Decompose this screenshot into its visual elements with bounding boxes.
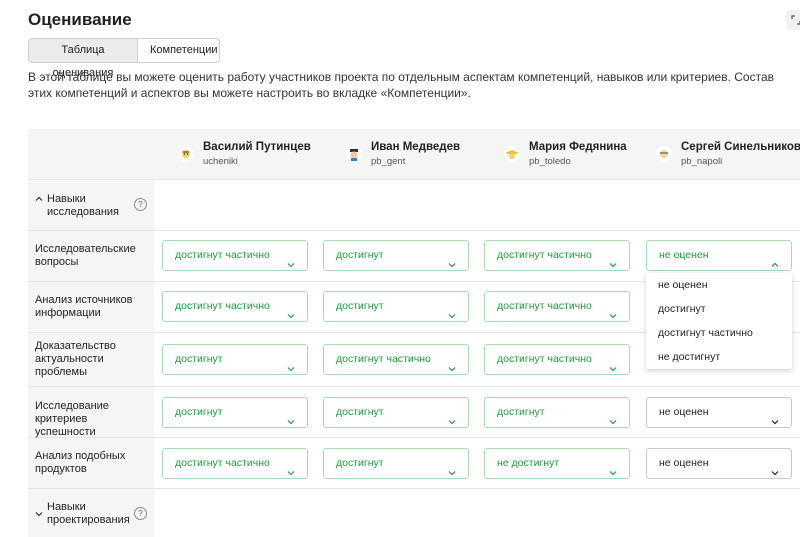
grade-value: достигнут частично <box>175 300 270 312</box>
chevron-down-icon <box>609 356 617 385</box>
avatar <box>656 146 672 162</box>
grade-value: достигнут частично <box>497 300 592 312</box>
grade-select[interactable]: достигнут <box>323 291 469 322</box>
chevron-down-icon <box>287 303 295 332</box>
grade-select[interactable]: не оценен <box>646 397 792 428</box>
grade-value: не оценен <box>659 249 709 261</box>
expand-icon[interactable] <box>786 10 800 30</box>
chevron-up-icon <box>35 194 43 207</box>
chevron-down-icon <box>448 303 456 332</box>
criterion-label: Исследовательские вопросы <box>35 243 136 268</box>
grade-select[interactable]: достигнут <box>323 240 469 271</box>
chevron-down-icon <box>771 409 779 438</box>
tab-competencies[interactable]: Компетенции <box>138 38 220 63</box>
grade-select[interactable]: достигнут частично <box>484 291 630 322</box>
grade-value: достигнут частично <box>175 457 270 469</box>
chevron-down-icon <box>287 409 295 438</box>
person-username: pb_gent <box>371 156 406 167</box>
grade-value: достигнут <box>175 353 223 365</box>
grade-value: достигнут частично <box>336 353 431 365</box>
dropdown-option[interactable]: достигнут <box>646 297 792 321</box>
description: В этой таблице вы можете оценить работу … <box>28 70 775 100</box>
chevron-down-icon <box>448 460 456 489</box>
grade-value: достигнут <box>497 406 545 418</box>
grade-value: достигнут частично <box>497 249 592 261</box>
divider <box>28 488 800 489</box>
avatar <box>504 146 520 162</box>
page-title: Оценивание <box>28 10 132 29</box>
chevron-down-icon <box>287 252 295 281</box>
grade-value: достигнут <box>336 300 384 312</box>
dropdown-option[interactable]: не оценен <box>646 273 792 297</box>
grade-value: достигнут <box>336 406 384 418</box>
person-name: Василий Путинцев <box>203 141 311 153</box>
chevron-down-icon <box>609 252 617 281</box>
grade-select[interactable]: не оценен <box>646 448 792 479</box>
criterion-label: Анализ подобных продуктов <box>35 450 126 475</box>
chevron-down-icon <box>35 509 43 522</box>
criterion-label: Доказательство актуальности проблемы <box>35 340 116 378</box>
person-username: ucheniki <box>203 156 238 167</box>
help-icon[interactable]: ? <box>134 198 147 211</box>
chevron-down-icon <box>448 252 456 281</box>
chevron-down-icon <box>609 460 617 489</box>
group-label: Навыки проектирования <box>47 501 130 526</box>
grade-select[interactable]: достигнут частично <box>484 240 630 271</box>
grade-select[interactable]: достигнут <box>484 397 630 428</box>
person-name: Иван Медведев <box>371 141 461 153</box>
grade-select[interactable]: достигнут частично <box>162 240 308 271</box>
help-icon[interactable]: ? <box>134 507 147 520</box>
grade-value: не достигнут <box>497 457 560 469</box>
chevron-down-icon <box>287 356 295 385</box>
chevron-down-icon <box>287 460 295 489</box>
grade-select[interactable]: не достигнут <box>484 448 630 479</box>
grade-select[interactable]: достигнут частично <box>162 291 308 322</box>
chevron-down-icon <box>609 409 617 438</box>
person-name: Сергей Синельников <box>681 141 800 153</box>
divider <box>28 179 800 180</box>
grade-dropdown-menu: не оценен достигнут достигнут частично н… <box>646 273 792 369</box>
grade-value: достигнут частично <box>497 353 592 365</box>
table-header <box>154 129 800 179</box>
tab-grading-table[interactable]: Таблица оценивания <box>28 38 138 79</box>
criterion-label: Анализ источников информации <box>35 294 133 319</box>
grade-value: достигнут частично <box>175 249 270 261</box>
grade-value: достигнут <box>336 249 384 261</box>
grade-select-open[interactable]: не оценен <box>646 240 792 271</box>
grade-select[interactable]: достигнут частично <box>323 344 469 375</box>
grade-select[interactable]: достигнут частично <box>162 448 308 479</box>
criterion-label: Исследование критериев успешности <box>35 400 109 438</box>
grade-select[interactable]: достигнут <box>162 344 308 375</box>
person-username: pb_napoli <box>681 156 723 167</box>
chevron-down-icon <box>448 356 456 385</box>
divider <box>28 230 800 231</box>
dropdown-option[interactable]: достигнут частично <box>646 321 792 345</box>
avatar <box>346 146 362 162</box>
chevron-down-icon <box>448 409 456 438</box>
grade-value: не оценен <box>659 457 709 469</box>
chevron-down-icon <box>771 460 779 489</box>
grade-value: достигнут <box>175 406 223 418</box>
person-username: pb_toledo <box>529 156 571 167</box>
tabs: Таблица оценивания Компетенции <box>28 38 220 79</box>
group-label: Навыки исследования <box>47 193 119 218</box>
divider <box>28 386 800 387</box>
grade-value: достигнут <box>336 457 384 469</box>
grade-value: не оценен <box>659 406 709 418</box>
grade-select[interactable]: достигнут <box>162 397 308 428</box>
grade-select[interactable]: достигнут <box>323 397 469 428</box>
chevron-down-icon <box>609 303 617 332</box>
grade-select[interactable]: достигнут <box>323 448 469 479</box>
avatar <box>178 146 194 162</box>
dropdown-option[interactable]: не достигнут <box>646 345 792 369</box>
person-name: Мария Федянина <box>529 141 627 153</box>
grade-select[interactable]: достигнут частично <box>484 344 630 375</box>
